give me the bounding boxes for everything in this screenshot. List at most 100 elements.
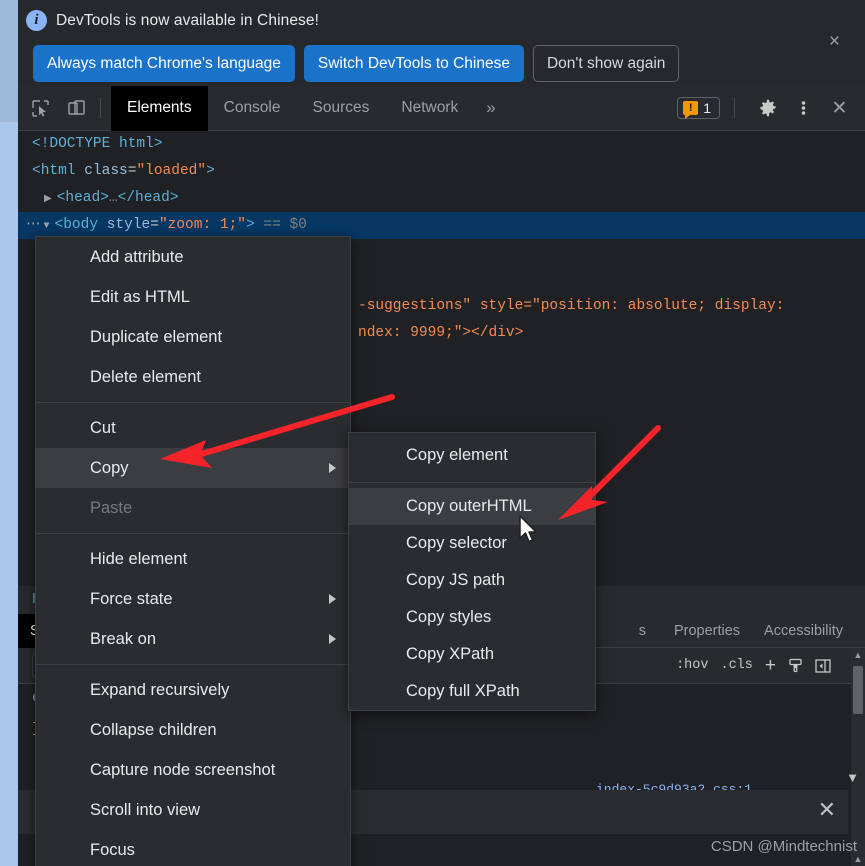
menu-item-delete-element[interactable]: Delete element — [36, 357, 350, 397]
html-attr-value: "loaded" — [136, 163, 207, 179]
menu-item-paste: Paste — [90, 498, 133, 517]
submenu-item-copy-outerhtml[interactable]: Copy outerHTML — [349, 488, 595, 525]
html-attr-name: class — [84, 163, 128, 179]
menu-item-capture-node-screenshot[interactable]: Capture node screenshot — [36, 750, 350, 790]
class-toggle[interactable]: .cls — [720, 658, 752, 673]
warning-badge[interactable]: ! 1 — [677, 97, 720, 119]
device-toolbar-icon[interactable] — [63, 95, 90, 122]
scroll-down-icon[interactable]: ▼ — [846, 770, 859, 785]
dom-line-html[interactable]: <html class="loaded"> — [18, 158, 865, 185]
watermark: CSDN @Mindtechnist — [710, 838, 857, 855]
dom-line-head[interactable]: ▶ <head>…</head> — [18, 185, 865, 212]
always-match-language-button[interactable]: Always match Chrome's language — [33, 45, 295, 82]
page-left-strip-top — [0, 0, 18, 122]
menu-item-expand-recursively[interactable]: Expand recursively — [36, 670, 350, 710]
dom-line-body-selected[interactable]: ⋯ ▼ <body style="zoom: 1;"> == $0 — [18, 212, 865, 239]
scroll-up-arrow-icon[interactable]: ▲ — [851, 648, 865, 662]
overlay-close-button[interactable]: ✕ — [818, 799, 836, 821]
submenu-item-copy-selector[interactable]: Copy selector — [349, 525, 595, 562]
menu-item-duplicate-element[interactable]: Duplicate element — [36, 317, 350, 357]
head-tag: head — [65, 190, 101, 206]
overflow-dots-icon: ⋯ — [26, 217, 42, 233]
head-ellipsis: … — [108, 190, 118, 206]
copy-submenu: Copy element Copy outerHTML Copy selecto… — [348, 432, 596, 711]
styles-scrollbar[interactable]: ▲ ▲ — [851, 648, 865, 866]
menu-item-cut[interactable]: Cut — [36, 408, 350, 448]
tab-computed-partial[interactable]: s — [627, 614, 658, 648]
hidden-attr-text-1: -suggestions" style="position: absolute;… — [358, 298, 785, 314]
submenu-item-copy-full-xpath[interactable]: Copy full XPath — [349, 673, 595, 710]
body-attr-name: style — [106, 217, 151, 233]
menu-item-scroll-into-view[interactable]: Scroll into view — [36, 790, 350, 830]
submenu-arrow-icon — [329, 463, 336, 473]
devtools-tabbar: Elements Console Sources Network » ! 1 ✕ — [18, 85, 865, 131]
new-style-rule-button[interactable]: + — [765, 655, 776, 677]
tab-properties[interactable]: Properties — [662, 614, 752, 648]
hidden-attr-text-2: ndex: 9999;"></div> — [358, 325, 524, 341]
head-close: </ — [117, 190, 136, 206]
submenu-item-copy-styles[interactable]: Copy styles — [349, 599, 595, 636]
head-close-tag: head — [135, 190, 170, 206]
paintbrush-icon[interactable] — [788, 658, 803, 673]
submenu-item-copy-js-path[interactable]: Copy JS path — [349, 562, 595, 599]
gear-icon[interactable] — [754, 95, 781, 122]
switch-devtools-language-button[interactable]: Switch DevTools to Chinese — [303, 45, 524, 82]
menu-item-force-state-label: Force state — [90, 589, 173, 608]
toggle-sidebar-icon[interactable] — [815, 658, 831, 673]
close-devtools-icon[interactable]: ✕ — [826, 95, 853, 122]
body-eq: = — [150, 217, 159, 233]
menu-item-focus[interactable]: Focus — [36, 830, 350, 866]
banner-message-row: i DevTools is now available in Chinese! — [26, 10, 319, 31]
inspect-element-icon[interactable] — [27, 95, 54, 122]
language-banner: i DevTools is now available in Chinese! … — [18, 0, 865, 86]
tab-sources[interactable]: Sources — [297, 86, 386, 131]
menu-separator-1 — [36, 402, 350, 403]
more-options-icon[interactable] — [790, 95, 817, 122]
submenu-arrow-icon-break-on — [329, 634, 336, 644]
banner-close-button[interactable]: × — [822, 28, 847, 55]
toolbar-divider-2 — [734, 98, 735, 118]
expand-caret-icon[interactable]: ▶ — [44, 194, 52, 205]
menu-item-copy-label: Copy — [90, 458, 129, 477]
menu-item-edit-as-html[interactable]: Edit as HTML — [36, 277, 350, 317]
collapse-caret-icon[interactable]: ▼ — [44, 221, 50, 232]
page-left-strip — [0, 0, 18, 866]
html-tag: html — [40, 163, 76, 179]
warning-icon: ! — [683, 101, 699, 119]
menu-item-break-on-label: Break on — [90, 629, 157, 648]
styles-tool-actions: :hov .cls + — [676, 655, 857, 677]
banner-actions: Always match Chrome's language Switch De… — [33, 45, 680, 82]
body-tag: body — [63, 217, 99, 233]
dom-line-doctype[interactable]: <!DOCTYPE html> — [18, 131, 865, 158]
menu-item-copy[interactable]: Copy — [36, 448, 350, 488]
body-attr-value: "zoom: 1;" — [158, 217, 246, 233]
force-state-toggle[interactable]: :hov — [676, 658, 708, 673]
submenu-arrow-icon-force-state — [329, 594, 336, 604]
devtools-window: i DevTools is now available in Chinese! … — [0, 0, 865, 866]
menu-separator-3 — [36, 664, 350, 665]
tab-accessibility[interactable]: Accessibility — [752, 614, 865, 648]
submenu-item-copy-xpath[interactable]: Copy XPath — [349, 636, 595, 673]
tab-elements[interactable]: Elements — [111, 85, 208, 131]
menu-item-add-attribute[interactable]: Add attribute — [36, 237, 350, 277]
body-lt: < — [54, 217, 64, 233]
menu-item-hide-element[interactable]: Hide element — [36, 539, 350, 579]
more-tabs-icon[interactable]: » — [474, 98, 507, 118]
mouse-cursor — [519, 515, 537, 543]
body-gt: > — [245, 217, 255, 233]
warning-count: 1 — [703, 100, 711, 116]
submenu-item-copy-element[interactable]: Copy element — [349, 433, 595, 477]
head-gt: > — [100, 190, 109, 206]
menu-item-force-state[interactable]: Force state — [36, 579, 350, 619]
menu-item-break-on[interactable]: Break on — [36, 619, 350, 659]
toolbar-divider — [100, 98, 101, 118]
menu-item-collapse-children[interactable]: Collapse children — [36, 710, 350, 750]
tab-console[interactable]: Console — [208, 86, 297, 131]
html-lt: < — [32, 163, 41, 179]
tab-network[interactable]: Network — [385, 86, 474, 131]
info-icon: i — [26, 10, 47, 31]
doctype-text: <!DOCTYPE html> — [32, 136, 163, 152]
dont-show-again-button[interactable]: Don't show again — [532, 45, 680, 82]
menu-separator-2 — [36, 533, 350, 534]
scrollbar-thumb[interactable] — [853, 666, 863, 714]
